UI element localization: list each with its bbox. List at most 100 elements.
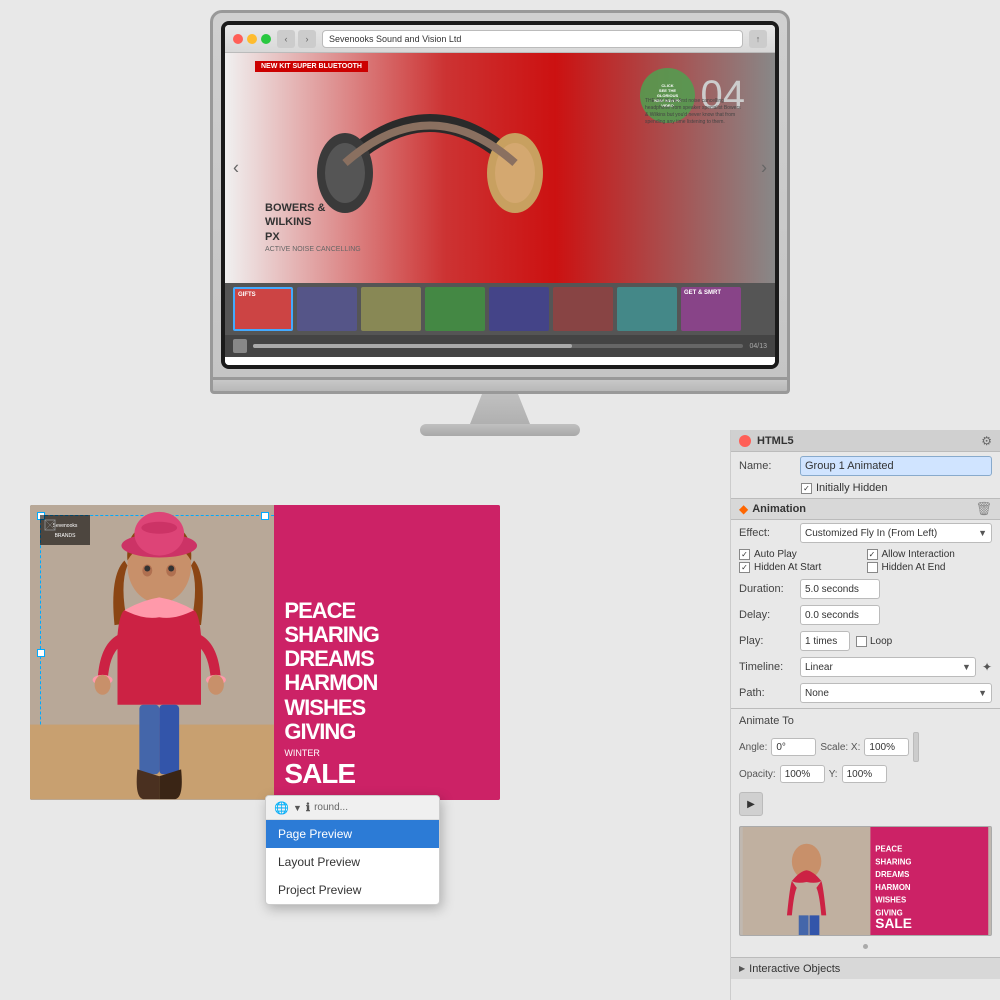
gear-icon[interactable]: ⚙ [981, 434, 992, 448]
svg-text:DREAMS: DREAMS [875, 870, 909, 879]
section-expand-icon[interactable]: ▶ [739, 964, 745, 973]
page-preview-item[interactable]: Page Preview [266, 820, 439, 848]
path-label: Path: [739, 687, 794, 699]
opacity-input[interactable]: 100% [780, 765, 825, 783]
design-right-panel: PEACESHARINGDREAMSHARMONWISHESGIVING WIN… [274, 505, 500, 800]
duration-row: Duration: 5.0 seconds [731, 576, 1000, 602]
panel-close-button[interactable] [739, 435, 751, 447]
loop-check: Loop [856, 636, 892, 647]
hero-banner: NEW KIT SUPER BLUETOOTH [255, 61, 368, 72]
path-dropdown[interactable]: None ▼ [800, 683, 992, 703]
angle-sublabel: Angle: [739, 742, 767, 753]
panel-scroll-area[interactable]: Name: ✓ Initially Hidden ◆ Animation 🗑 E… [731, 452, 1000, 1000]
timeline-dropdown-arrow: ▼ [962, 662, 971, 672]
info-icon: ℹ [306, 801, 310, 814]
angle-input[interactable]: 0° [771, 738, 816, 756]
effect-value: Customized Fly In (From Left) [805, 528, 937, 539]
hidden-at-start-checkbox[interactable] [739, 562, 750, 573]
thumb-5[interactable] [489, 287, 549, 331]
brand-logo: Sevenooks BRANDS [40, 515, 90, 545]
opacity-sublabel: Opacity: [739, 769, 776, 780]
next-arrow[interactable]: › [761, 158, 767, 179]
close-button[interactable] [233, 34, 243, 44]
thumb-1[interactable]: GIFTS [233, 287, 293, 331]
scale-y-input[interactable]: 100% [842, 765, 887, 783]
effect-dropdown-arrow: ▼ [978, 528, 987, 538]
svg-text:SHARING: SHARING [875, 857, 911, 866]
allow-interaction-item: Allow Interaction [867, 549, 993, 560]
thumb-7[interactable] [617, 287, 677, 331]
interactive-objects-label: Interactive Objects [749, 963, 840, 975]
layout-preview-item[interactable]: Layout Preview [266, 848, 439, 876]
maximize-button[interactable] [261, 34, 271, 44]
url-bar[interactable]: Sevenooks Sound and Vision Ltd [322, 30, 743, 48]
delete-animation-icon[interactable]: 🗑 [975, 501, 992, 517]
share-button[interactable]: ↑ [749, 30, 767, 48]
initially-hidden-label: Initially Hidden [816, 482, 888, 494]
svg-text:PEACE: PEACE [875, 845, 902, 854]
design-canvas-area: Sevenooks BRANDS [30, 505, 500, 800]
auto-play-checkbox[interactable] [739, 549, 750, 560]
safari-toolbar: ‹ › Sevenooks Sound and Vision Ltd ↑ [225, 25, 775, 53]
svg-text:WISHES: WISHES [875, 896, 906, 905]
hidden-at-end-item: Hidden At End [867, 562, 993, 573]
peace-text: PEACESHARINGDREAMSHARMONWISHESGIVING [284, 599, 490, 744]
timeline-dropdown[interactable]: Linear ▼ [800, 657, 976, 677]
animation-section-title: Animation [752, 503, 971, 515]
imac-body: ‹ › Sevenooks Sound and Vision Ltd ↑ NEW… [210, 10, 790, 380]
hero-section: NEW KIT SUPER BLUETOOTH [225, 53, 775, 283]
play-animation-button[interactable]: ▶ [739, 792, 763, 816]
thumb-8[interactable]: GET & SMRT [681, 287, 741, 331]
effect-dropdown[interactable]: Customized Fly In (From Left) ▼ [800, 523, 992, 543]
imac-mockup: ‹ › Sevenooks Sound and Vision Ltd ↑ NEW… [210, 10, 790, 436]
name-input[interactable] [800, 456, 992, 476]
dropdown-arrow-icon: ▼ [293, 803, 302, 813]
minimize-button[interactable] [247, 34, 257, 44]
hidden-at-start-label: Hidden At Start [754, 562, 821, 573]
delay-value[interactable]: 0.0 seconds [800, 605, 880, 625]
angle-scale-row: Angle: 0° Scale: X: 100% [739, 732, 992, 762]
project-preview-item[interactable]: Project Preview [266, 876, 439, 904]
initially-hidden-row: ✓ Initially Hidden [731, 480, 1000, 498]
prev-arrow[interactable]: ‹ [233, 158, 239, 179]
url-text: Sevenooks Sound and Vision Ltd [329, 34, 461, 44]
back-button[interactable]: ‹ [277, 30, 295, 48]
forward-button[interactable]: › [298, 30, 316, 48]
delay-label: Delay: [739, 609, 794, 621]
design-left-panel: Sevenooks BRANDS [30, 505, 289, 800]
initially-hidden-checkbox[interactable]: ✓ [801, 483, 812, 494]
thumb-3[interactable] [361, 287, 421, 331]
hidden-at-start-item: Hidden At Start [739, 562, 865, 573]
girl-svg [30, 505, 289, 800]
animation-section-header: ◆ Animation 🗑 [731, 498, 1000, 520]
hero-body-text: THE PX IS the first noise cancelling hea… [645, 98, 745, 126]
scale-x-input[interactable]: 100% [864, 738, 909, 756]
hidden-at-end-checkbox[interactable] [867, 562, 878, 573]
scale-x-sublabel: Scale: X: [820, 742, 860, 753]
loop-checkbox[interactable] [856, 636, 867, 647]
home-icon[interactable] [233, 339, 247, 353]
imac-stand-neck [470, 394, 530, 424]
hero-brand-block: BOWERS & WILKINS PX ACTIVE NOISE CANCELL… [265, 201, 361, 253]
opacity-scale-y-row: Opacity: 100% Y: 100% [739, 765, 992, 783]
thumb-6[interactable] [553, 287, 613, 331]
divider-1 [731, 708, 1000, 709]
svg-text:HARMON: HARMON [875, 883, 911, 892]
thumb-4[interactable] [425, 287, 485, 331]
play-row: Play: 1 times Loop [731, 628, 1000, 654]
animation-checkboxes: Auto Play Allow Interaction Hidden At St… [731, 546, 1000, 576]
screen-bezel: ‹ › Sevenooks Sound and Vision Ltd ↑ NEW… [221, 21, 779, 369]
wand-icon[interactable]: ✦ [982, 660, 992, 674]
hidden-at-end-label: Hidden At End [882, 562, 946, 573]
imac-screen: ‹ › Sevenooks Sound and Vision Ltd ↑ NEW… [225, 25, 775, 365]
thumb-2[interactable] [297, 287, 357, 331]
traffic-lights [233, 34, 271, 44]
effect-label: Effect: [739, 527, 794, 539]
interactive-objects-section: ▶ Interactive Objects [731, 957, 1000, 979]
duration-value[interactable]: 5.0 seconds [800, 579, 880, 599]
play-times-input[interactable]: 1 times [800, 631, 850, 651]
website-content: NEW KIT SUPER BLUETOOTH [225, 53, 775, 365]
thumbnails-strip: GIFTS GET & SMRT [225, 283, 775, 335]
delay-row: Delay: 0.0 seconds [731, 602, 1000, 628]
allow-interaction-checkbox[interactable] [867, 549, 878, 560]
